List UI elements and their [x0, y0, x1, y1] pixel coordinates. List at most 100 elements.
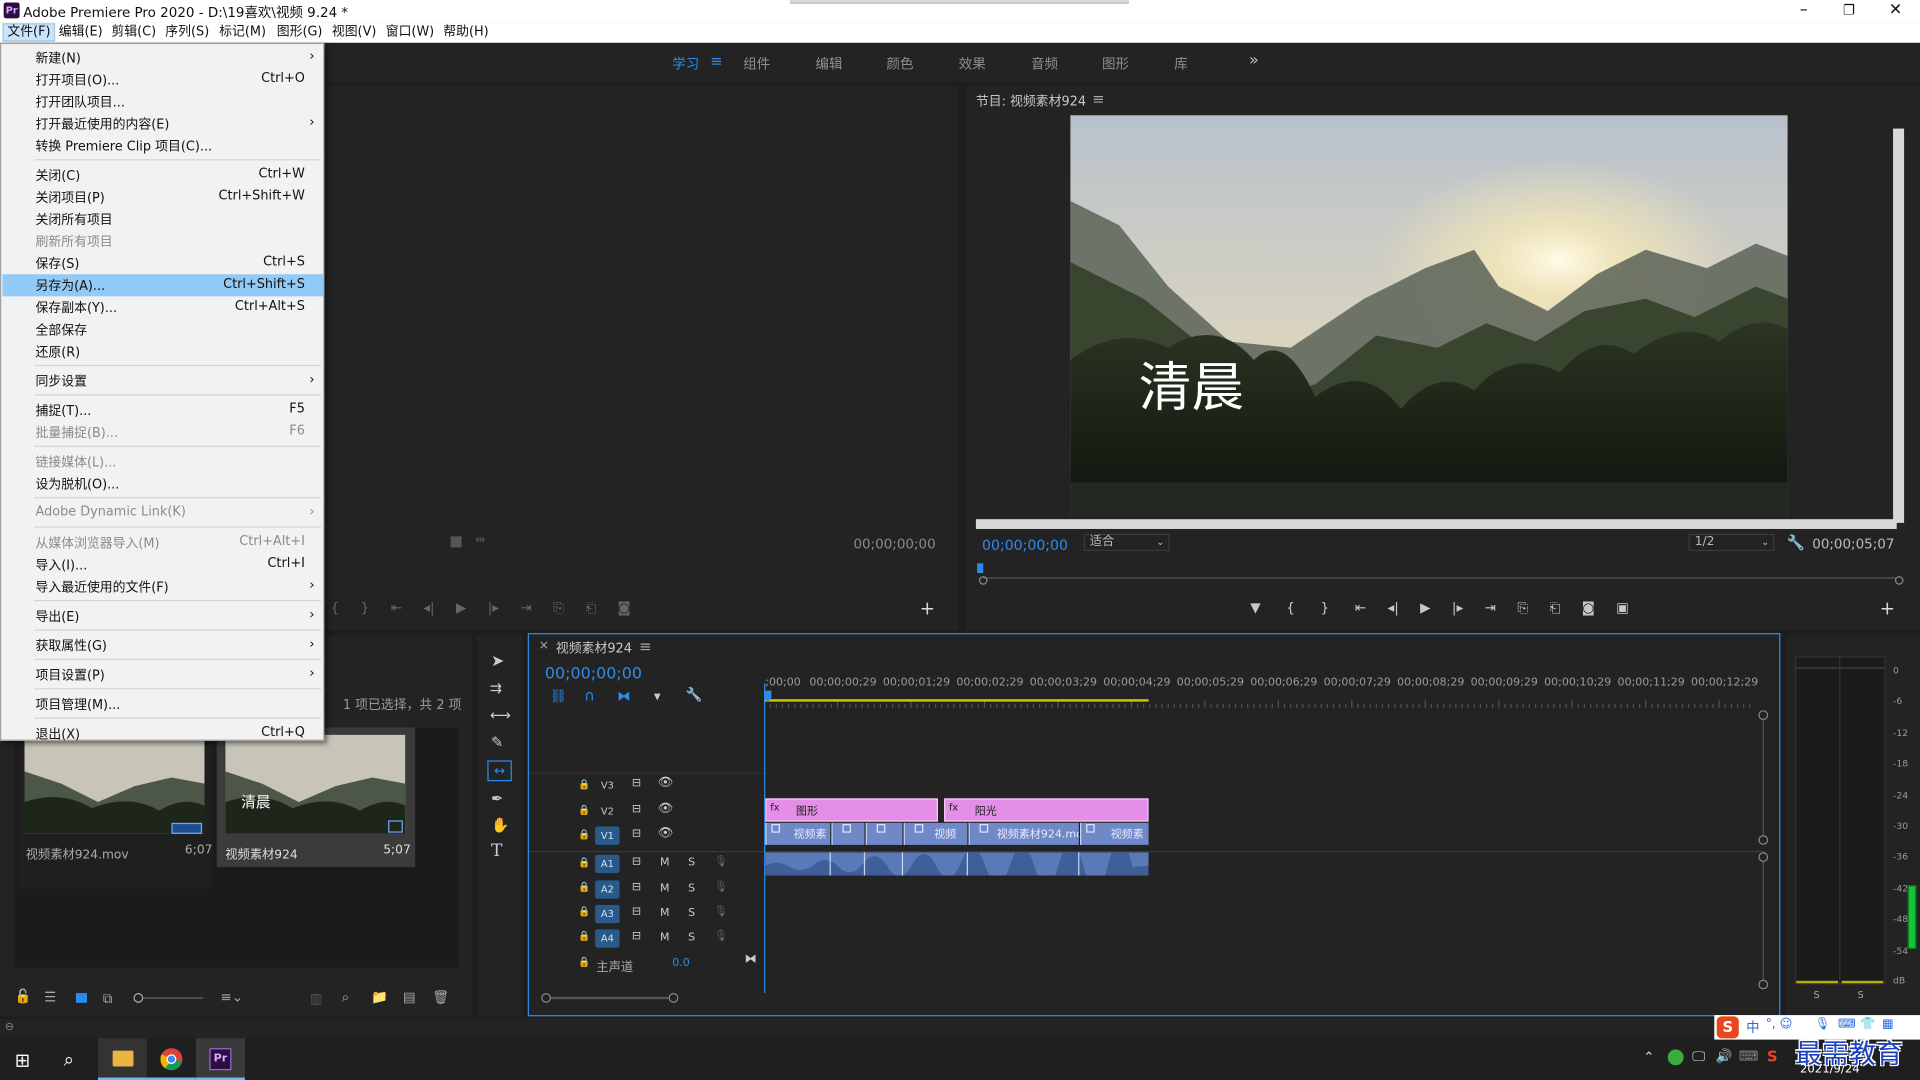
- menu-clip[interactable]: 剪辑(C): [108, 23, 160, 41]
- close-button[interactable]: ✕: [1877, 0, 1914, 22]
- fit-zoom-select[interactable]: 适合 ⌄: [1083, 533, 1170, 552]
- tray-overflow-icon[interactable]: ⌃: [1643, 1049, 1654, 1065]
- menu-graphics[interactable]: 图形(G): [273, 23, 326, 41]
- solo-right-button[interactable]: S: [1858, 989, 1864, 1000]
- program-transport-controls[interactable]: ▼ { } ⇤ ◂| ▶ |▸ ⇥ ⎘ ⎗ ◙ ▣: [1250, 600, 1629, 617]
- lock-icon[interactable]: 🔒: [578, 857, 590, 868]
- menu-marker[interactable]: 标记(M): [216, 23, 270, 41]
- minimize-button[interactable]: –: [1785, 0, 1822, 22]
- solo-button[interactable]: S: [688, 907, 695, 919]
- workspace-tab-editing[interactable]: 编辑: [816, 54, 843, 74]
- file-menu-item[interactable]: 获取属性(G) ›: [2, 634, 323, 656]
- mute-button[interactable]: M: [660, 883, 670, 895]
- taskbar-explorer[interactable]: [97, 1038, 147, 1080]
- lock-icon[interactable]: 🔒: [578, 931, 590, 942]
- sync-lock-icon[interactable]: ⊟: [632, 828, 641, 840]
- network-icon[interactable]: 🖵: [1692, 1048, 1705, 1065]
- ime-skin-icon[interactable]: 👕: [1860, 1018, 1875, 1031]
- microphone-icon[interactable]: 🎙: [714, 856, 728, 868]
- ime-punct-toggle[interactable]: °, ☺: [1766, 1018, 1793, 1031]
- hand-tool-icon[interactable]: ✋: [491, 817, 509, 834]
- ime-mic-icon[interactable]: 🎙: [1815, 1018, 1831, 1031]
- tray-app-icon[interactable]: [1667, 1049, 1684, 1066]
- ripple-edit-tool-icon[interactable]: ⟷: [490, 707, 511, 724]
- workspace-tab-graphics[interactable]: 图形: [1102, 54, 1129, 74]
- lock-icon[interactable]: 🔒: [578, 779, 590, 790]
- track-target-a2[interactable]: A2: [595, 880, 620, 899]
- microphone-icon[interactable]: 🎙: [714, 931, 728, 943]
- search-icon[interactable]: ⌕: [342, 989, 350, 1006]
- menu-view[interactable]: 视图(V): [328, 23, 380, 41]
- video-clip[interactable]: [831, 822, 865, 845]
- lock-icon[interactable]: 🔓: [15, 988, 32, 1004]
- eye-icon[interactable]: 👁: [658, 776, 674, 789]
- file-menu-item[interactable]: 打开团队项目...: [2, 91, 323, 113]
- ime-mode-icon[interactable]: ⌨: [1739, 1048, 1758, 1064]
- source-settings-icon[interactable]: [450, 536, 462, 548]
- menu-file[interactable]: 文件(F): [2, 23, 56, 42]
- source-add-button-icon[interactable]: +: [920, 598, 935, 620]
- project-item-sequence[interactable]: 清晨 视频素材924 5;07: [216, 727, 416, 867]
- microphone-icon[interactable]: 🎙: [714, 906, 728, 918]
- file-menu-item[interactable]: 全部保存: [2, 318, 323, 340]
- file-menu-item[interactable]: 新建(N) ›: [2, 47, 323, 69]
- track-target-v1[interactable]: V1: [595, 826, 620, 845]
- windows-start-icon[interactable]: ⊞: [15, 1049, 30, 1071]
- file-menu-item[interactable]: 导出(E) ›: [2, 605, 323, 627]
- menu-window[interactable]: 窗口(W): [382, 23, 438, 41]
- wrench-icon[interactable]: 🔧: [1787, 534, 1805, 551]
- taskbar-chrome[interactable]: [146, 1038, 196, 1080]
- sogou-tray-icon[interactable]: S: [1767, 1048, 1778, 1065]
- automate-to-sequence-icon[interactable]: ▥: [310, 991, 323, 1007]
- timeline-settings-icon[interactable]: 🔧: [686, 687, 703, 703]
- menu-sequence[interactable]: 序列(S): [162, 23, 213, 41]
- source-zoom-icon[interactable]: ⇹: [475, 534, 485, 547]
- add-marker-icon[interactable]: ▾: [654, 688, 661, 704]
- video-clip[interactable]: 视频: [903, 822, 968, 845]
- eye-icon[interactable]: 👁: [658, 802, 674, 815]
- lock-icon[interactable]: 🔒: [578, 906, 590, 917]
- workspace-tab-libraries[interactable]: 库: [1174, 54, 1187, 74]
- solo-button[interactable]: S: [688, 932, 695, 944]
- solo-left-button[interactable]: S: [1813, 989, 1819, 1000]
- track-select-tool-icon[interactable]: ⇉: [490, 680, 502, 697]
- mute-button[interactable]: M: [660, 932, 670, 944]
- sequence-tab-title[interactable]: 视频素材924: [556, 639, 632, 657]
- file-menu-item[interactable]: 还原(R): [2, 340, 323, 362]
- ime-menu-icon[interactable]: ▦: [1882, 1018, 1894, 1031]
- mute-button[interactable]: M: [660, 907, 670, 919]
- file-menu-item[interactable]: 保存副本(Y)... Ctrl+Alt+S: [2, 296, 323, 318]
- audio-clip-waveform[interactable]: [765, 852, 1149, 876]
- workspace-tab-color[interactable]: 颜色: [887, 54, 914, 74]
- video-clip[interactable]: [865, 822, 903, 845]
- range-end-handle[interactable]: [1894, 576, 1904, 585]
- lock-icon[interactable]: 🔒: [578, 882, 590, 893]
- file-menu-item[interactable]: 捕捉(T)... F5: [2, 399, 323, 421]
- playhead-marker[interactable]: [977, 563, 984, 574]
- file-menu-item[interactable]: 项目设置(P) ›: [2, 664, 323, 686]
- close-sequence-icon[interactable]: ×: [539, 639, 549, 652]
- file-menu-item[interactable]: 项目管理(M)...: [2, 693, 323, 715]
- resolution-select[interactable]: 1/2 ⌄: [1688, 533, 1775, 552]
- program-panel-menu-icon[interactable]: ≡: [1092, 91, 1104, 108]
- program-add-button-icon[interactable]: +: [1880, 598, 1895, 620]
- project-item-mov[interactable]: 视频素材924.mov 6;07: [17, 729, 214, 889]
- workspace-tab-learn[interactable]: 学习: [672, 54, 699, 74]
- program-horizontal-scrollbar[interactable]: [975, 519, 1897, 529]
- search-icon[interactable]: ⌕: [64, 1048, 74, 1070]
- nest-toggle-icon[interactable]: ⛓: [550, 688, 567, 704]
- track-target-v2[interactable]: V2: [595, 802, 619, 820]
- program-vertical-scrollbar[interactable]: [1893, 128, 1905, 523]
- new-bin-icon[interactable]: 📁: [371, 989, 388, 1005]
- file-menu-item[interactable]: 另存为(A)... Ctrl+Shift+S: [2, 274, 324, 297]
- menu-edit[interactable]: 编辑(E): [55, 23, 106, 41]
- icon-view-icon[interactable]: [75, 993, 87, 1003]
- pen-tool-icon[interactable]: ✒: [491, 790, 503, 807]
- master-volume-value[interactable]: 0.0: [672, 958, 690, 970]
- zoom-slider[interactable]: [132, 991, 205, 1006]
- file-menu-item[interactable]: 导入(I)... Ctrl+I: [2, 553, 323, 575]
- timeline-vertical-scrollbar[interactable]: [1756, 708, 1771, 990]
- workspace-overflow-button[interactable]: »: [1249, 51, 1259, 69]
- selection-tool-icon[interactable]: ➤: [491, 653, 504, 671]
- file-menu-item[interactable]: 保存(S) Ctrl+S: [2, 252, 323, 274]
